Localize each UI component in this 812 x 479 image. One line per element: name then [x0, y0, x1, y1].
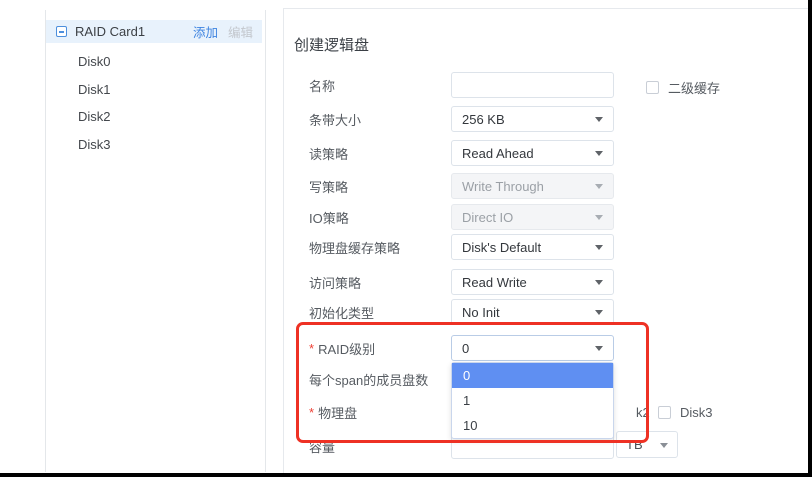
collapse-minus-icon[interactable] — [56, 26, 67, 37]
secondary-cache-label: 二级缓存 — [668, 78, 720, 97]
field-row-raid-level: * RAID级别 0 — [309, 335, 808, 361]
disk3-label: Disk3 — [680, 405, 713, 420]
init-type-label: 初始化类型 — [309, 303, 451, 322]
create-logical-disk-panel: 创建逻辑盘 名称 二级缓存 条带大小 256 KB 读策略 Read Ahead — [283, 8, 808, 477]
field-row-io-policy: IO策略 Direct IO — [309, 204, 808, 230]
access-policy-select[interactable]: Read Write — [451, 269, 614, 295]
chevron-down-icon — [595, 280, 603, 285]
access-policy-value: Read Write — [462, 275, 527, 290]
sidebar-left-border — [45, 10, 46, 472]
field-row-access-policy: 访问策略 Read Write — [309, 269, 808, 295]
access-policy-label: 访问策略 — [309, 273, 451, 292]
disk2-label-fragment: k2 — [636, 405, 650, 420]
init-type-select[interactable]: No Init — [451, 299, 614, 325]
dropdown-option-0[interactable]: 0 — [452, 363, 613, 388]
capacity-unit-select[interactable]: TB — [616, 431, 678, 458]
tree-node-disk3[interactable]: Disk3 — [78, 135, 111, 155]
required-asterisk: * — [309, 405, 314, 420]
field-row-init-type: 初始化类型 No Init — [309, 299, 808, 325]
disk3-checkbox[interactable] — [658, 406, 671, 419]
dropdown-option-1[interactable]: 1 — [452, 388, 613, 413]
stripe-size-select[interactable]: 256 KB — [451, 106, 614, 132]
screenshot-frame: RAID Card1 添加 编辑 Disk0 Disk1 Disk2 Disk3… — [0, 0, 812, 479]
write-policy-label: 写策略 — [309, 177, 451, 196]
raid-level-value: 0 — [462, 341, 469, 356]
secondary-cache-group: 二级缓存 — [646, 78, 720, 97]
tree-node-disk2[interactable]: Disk2 — [78, 107, 111, 127]
screenshot-right-border — [808, 0, 812, 477]
sidebar-divider — [265, 10, 266, 472]
chevron-down-icon — [595, 184, 603, 189]
chevron-down-icon — [595, 245, 603, 250]
raid-level-dropdown: 0 1 10 — [451, 362, 614, 439]
chevron-down-icon — [595, 215, 603, 220]
init-type-value: No Init — [462, 305, 500, 320]
chevron-down-icon — [595, 310, 603, 315]
raid-card-label: RAID Card1 — [75, 24, 145, 39]
tree-node-raid-card[interactable]: RAID Card1 添加 编辑 — [46, 20, 262, 43]
edit-link[interactable]: 编辑 — [228, 22, 253, 41]
field-row-write-policy: 写策略 Write Through — [309, 173, 808, 199]
physical-disks-label: * 物理盘 — [309, 403, 451, 422]
name-input[interactable] — [451, 72, 614, 98]
field-row-name: 名称 二级缓存 — [309, 72, 808, 98]
io-policy-select: Direct IO — [451, 204, 614, 230]
capacity-unit-value: TB — [626, 437, 643, 452]
read-policy-select[interactable]: Read Ahead — [451, 140, 614, 166]
capacity-label: 容量 — [309, 437, 451, 456]
read-policy-label: 读策略 — [309, 144, 451, 163]
disk-cache-policy-label: 物理盘缓存策略 — [309, 238, 451, 257]
field-row-stripe-size: 条带大小 256 KB — [309, 106, 808, 132]
field-row-read-policy: 读策略 Read Ahead — [309, 140, 808, 166]
read-policy-value: Read Ahead — [462, 146, 534, 161]
raid-level-select[interactable]: 0 — [451, 335, 614, 361]
name-label: 名称 — [309, 76, 451, 95]
secondary-cache-checkbox[interactable] — [646, 81, 659, 94]
chevron-down-icon — [595, 151, 603, 156]
tree-node-disk1[interactable]: Disk1 — [78, 80, 111, 100]
add-link[interactable]: 添加 — [193, 22, 218, 41]
required-asterisk: * — [309, 341, 314, 356]
screenshot-bottom-border — [0, 473, 812, 477]
span-members-label: 每个span的成员盘数 — [309, 370, 469, 389]
raid-level-label: * RAID级别 — [309, 339, 451, 358]
field-row-disk-cache-policy: 物理盘缓存策略 Disk's Default — [309, 234, 808, 260]
page-title: 创建逻辑盘 — [294, 34, 369, 55]
stripe-size-label: 条带大小 — [309, 110, 451, 129]
disk-cache-policy-select[interactable]: Disk's Default — [451, 234, 614, 260]
stripe-size-value: 256 KB — [462, 112, 505, 127]
chevron-down-icon — [595, 117, 603, 122]
chevron-down-icon — [660, 443, 668, 448]
write-policy-value: Write Through — [462, 179, 544, 194]
io-policy-value: Direct IO — [462, 210, 513, 225]
tree-node-disk0[interactable]: Disk0 — [78, 52, 111, 72]
dropdown-option-10[interactable]: 10 — [452, 413, 613, 438]
io-policy-label: IO策略 — [309, 208, 451, 227]
write-policy-select: Write Through — [451, 173, 614, 199]
disk-cache-policy-value: Disk's Default — [462, 240, 541, 255]
chevron-down-icon — [595, 346, 603, 351]
tree-row-actions: 添加 编辑 — [193, 22, 253, 41]
